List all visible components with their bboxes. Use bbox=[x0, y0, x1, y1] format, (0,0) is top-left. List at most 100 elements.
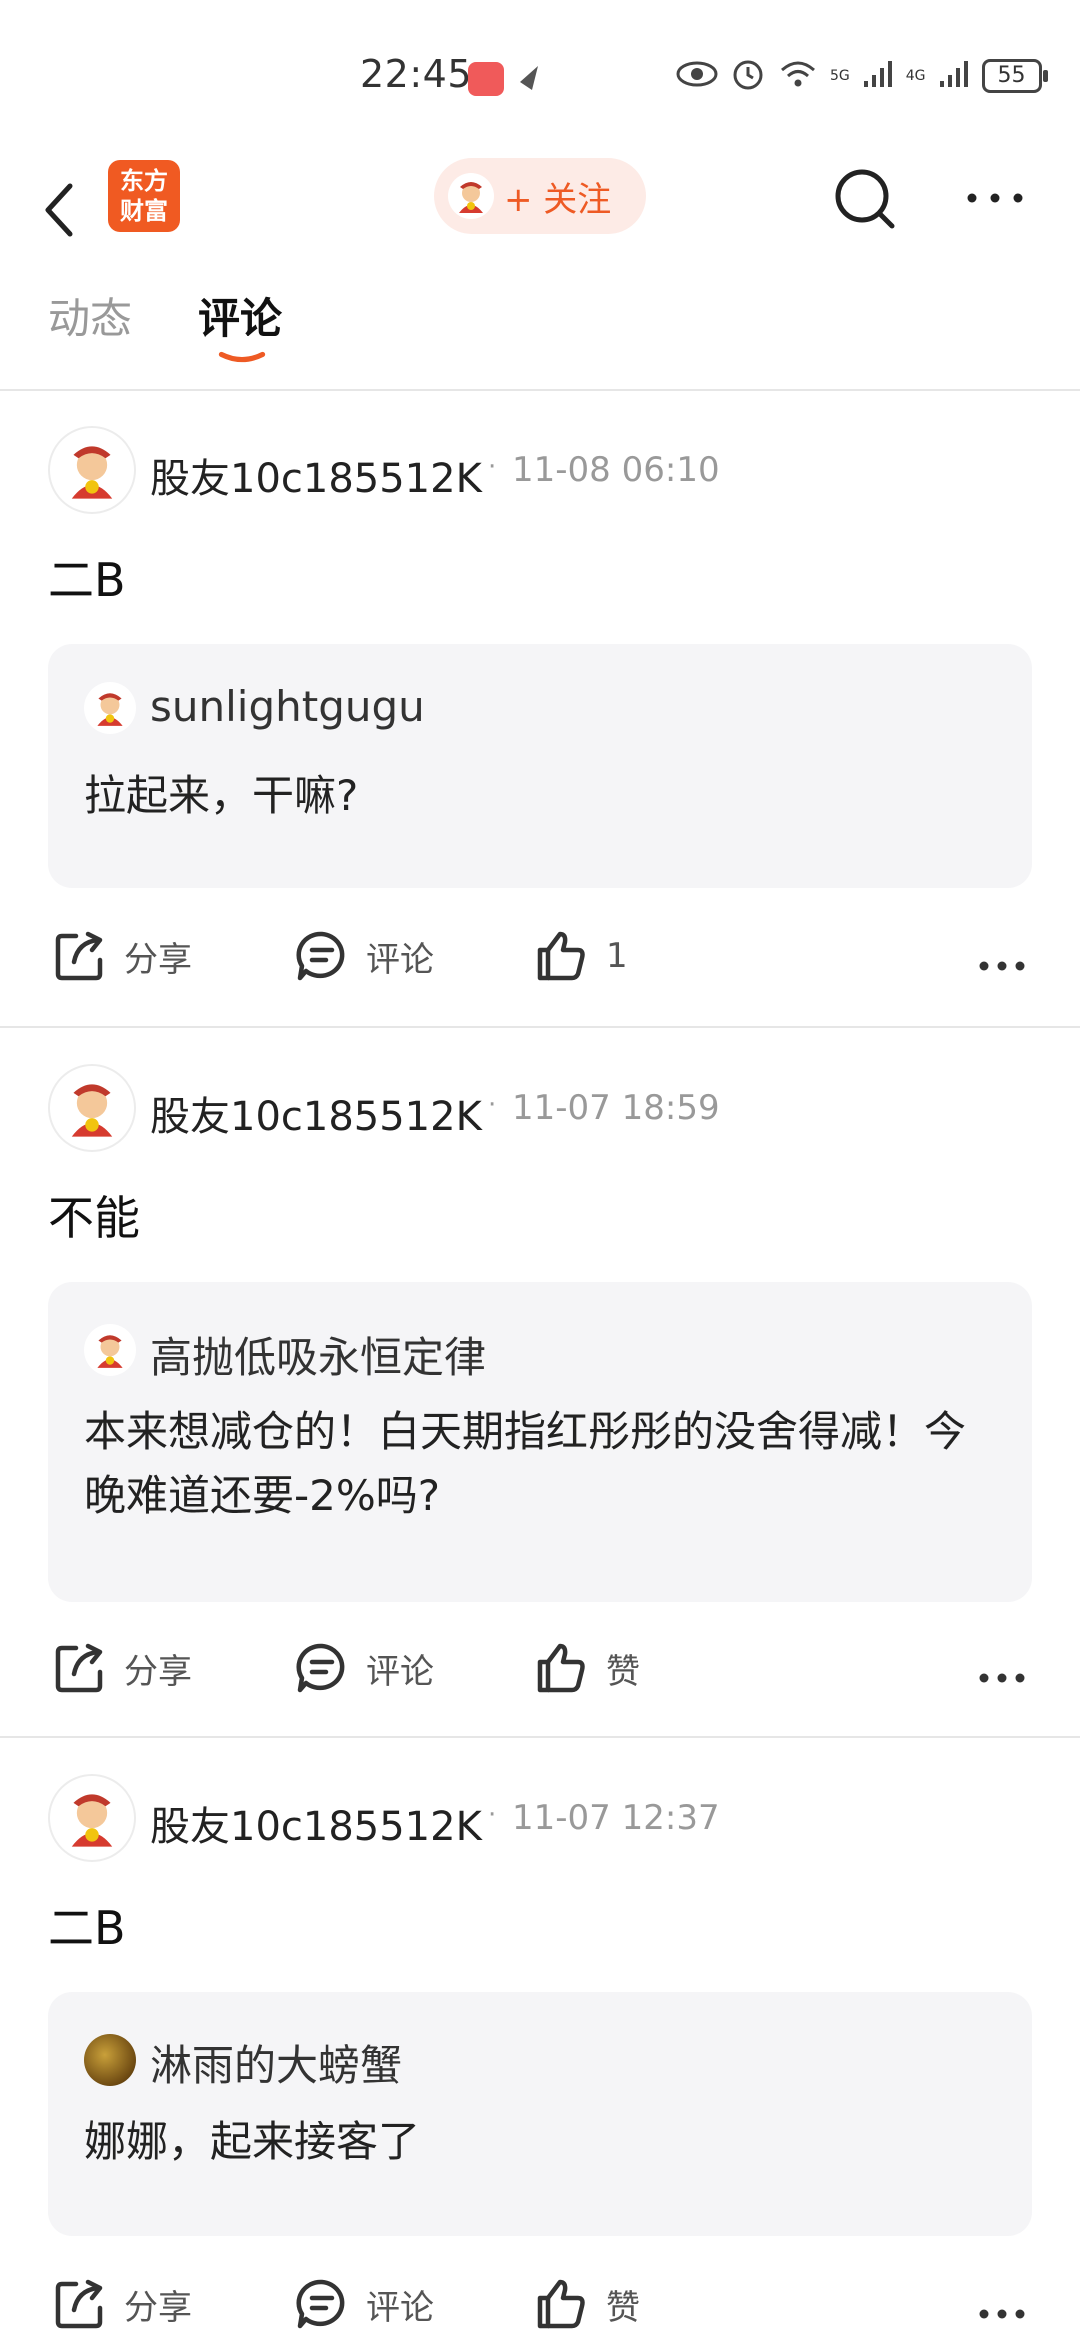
tab-dongtai[interactable]: 动态 bbox=[48, 285, 132, 346]
share-icon bbox=[55, 2279, 103, 2329]
active-tab-indicator bbox=[218, 351, 266, 363]
more-options-button[interactable] bbox=[960, 178, 1030, 218]
thumbs-up-icon bbox=[537, 1643, 585, 1693]
notification-send-icon bbox=[518, 62, 542, 98]
tab-bar: 动态 评论 bbox=[0, 285, 1080, 391]
wifi-icon bbox=[778, 58, 818, 94]
thumbs-up-icon bbox=[537, 931, 585, 981]
comment-label: 评论 bbox=[366, 2287, 434, 2328]
logo-line-2: 财富 bbox=[120, 197, 168, 225]
quoted-text: 本来想减仓的！白天期指红彤彤的没舍得减！今晚难道还要-2%吗? bbox=[84, 1407, 967, 1520]
separator-dot: · bbox=[488, 1090, 497, 1120]
god-of-wealth-icon bbox=[71, 446, 113, 499]
reply-button[interactable]: 评论 bbox=[294, 2276, 434, 2332]
app-root: 22:45 5G 4G 55 东方 财富 + 关注 动态 评论 股友10c185… bbox=[0, 0, 1080, 2340]
back-button[interactable] bbox=[40, 170, 100, 250]
like-button[interactable]: 赞 bbox=[532, 1640, 640, 1696]
follow-label: + 关注 bbox=[504, 179, 612, 220]
share-label: 分享 bbox=[124, 1651, 192, 1692]
reply-button[interactable]: 评论 bbox=[294, 1640, 434, 1696]
alarm-icon bbox=[730, 56, 766, 96]
comment-time: 11-07 18:59 bbox=[512, 1088, 720, 1128]
network-4g-label: 4G bbox=[905, 68, 926, 84]
more-horizontal-icon bbox=[979, 961, 1025, 971]
quoted-post[interactable]: 淋雨的大螃蟹 娜娜，起来接客了 bbox=[48, 1992, 1032, 2236]
quoted-text: 娜娜，起来接客了 bbox=[84, 2117, 421, 2166]
god-of-wealth-icon bbox=[84, 1324, 136, 1376]
comment-bubble-icon bbox=[296, 2279, 345, 2329]
status-icons: 5G 4G 55 bbox=[676, 56, 1048, 96]
like-count: 1 bbox=[606, 936, 628, 976]
logo-line-1: 东方 bbox=[120, 167, 168, 195]
comment-label: 评论 bbox=[366, 939, 434, 980]
status-bar: 22:45 5G 4G 55 bbox=[0, 0, 1080, 150]
like-label: 赞 bbox=[606, 2287, 640, 2328]
notification-app-icon bbox=[468, 62, 504, 96]
network-5g-label: 5G bbox=[830, 68, 850, 84]
like-button[interactable]: 赞 bbox=[532, 2276, 640, 2332]
comment-more-button[interactable] bbox=[976, 1668, 1028, 1692]
crab-photo-icon bbox=[84, 2034, 136, 2086]
comment-time: 11-08 06:10 bbox=[512, 450, 720, 490]
comment-content: 不能 bbox=[48, 1191, 140, 1245]
comment-time: 11-07 12:37 bbox=[512, 1798, 720, 1838]
battery-indicator: 55 bbox=[981, 59, 1048, 93]
comment-content: 二B bbox=[48, 553, 126, 607]
quoted-post[interactable]: 高抛低吸永恒定律 本来想减仓的！白天期指红彤彤的没舍得减！今晚难道还要-2%吗? bbox=[48, 1282, 1032, 1602]
more-horizontal-icon bbox=[979, 2309, 1025, 2319]
search-icon bbox=[835, 169, 895, 229]
share-icon bbox=[55, 1643, 103, 1693]
comment-actions: 分享 评论 赞 bbox=[0, 1640, 1080, 1720]
god-of-wealth-icon bbox=[71, 1794, 113, 1847]
share-label: 分享 bbox=[124, 939, 192, 980]
separator-dot: · bbox=[488, 1800, 497, 1830]
status-time: 22:45 bbox=[360, 52, 473, 96]
share-button[interactable]: 分享 bbox=[52, 928, 192, 984]
eye-icon bbox=[676, 60, 718, 92]
share-icon bbox=[55, 931, 103, 981]
user-avatar[interactable] bbox=[48, 1774, 136, 1862]
comment-author[interactable]: 股友10c185512K bbox=[150, 1794, 482, 1852]
comment-more-button[interactable] bbox=[976, 2304, 1028, 2328]
comment-actions: 分享 评论 1 bbox=[0, 928, 1080, 1008]
comment-item[interactable]: 股友10c185512K · 11-08 06:10 二B sunlightgu… bbox=[0, 392, 1080, 1028]
more-horizontal-icon bbox=[979, 1673, 1025, 1683]
top-nav-bar: 东方 财富 + 关注 bbox=[0, 150, 1080, 280]
quoted-author[interactable]: 淋雨的大螃蟹 bbox=[150, 2032, 402, 2093]
comment-item[interactable]: 股友10c185512K · 11-07 18:59 不能 高抛低吸永恒定律 本… bbox=[0, 1028, 1080, 1738]
separator-dot: · bbox=[488, 452, 497, 482]
quoted-post[interactable]: sunlightgugu 拉起来，干嘛? bbox=[48, 644, 1032, 888]
share-button[interactable]: 分享 bbox=[52, 2276, 192, 2332]
share-label: 分享 bbox=[124, 2287, 192, 2328]
comment-label: 评论 bbox=[366, 1651, 434, 1692]
signal-icon bbox=[862, 59, 894, 93]
quoted-author[interactable]: sunlightgugu bbox=[150, 682, 425, 731]
like-label: 赞 bbox=[606, 1651, 640, 1692]
follow-button[interactable]: + 关注 bbox=[434, 158, 646, 234]
tab-pinglun[interactable]: 评论 bbox=[198, 285, 282, 346]
user-avatar[interactable] bbox=[48, 426, 136, 514]
god-of-wealth-icon bbox=[448, 173, 494, 219]
chevron-left-icon bbox=[45, 183, 73, 237]
search-button[interactable] bbox=[830, 158, 900, 238]
thumbs-up-icon bbox=[537, 2279, 585, 2329]
comment-actions: 分享 评论 赞 bbox=[0, 2276, 1080, 2340]
share-button[interactable]: 分享 bbox=[52, 1640, 192, 1696]
comment-item[interactable]: 股友10c185512K · 11-07 12:37 二B 淋雨的大螃蟹 娜娜，… bbox=[0, 1738, 1080, 2340]
comment-bubble-icon bbox=[296, 1643, 345, 1693]
user-avatar[interactable] bbox=[48, 1064, 136, 1152]
like-button[interactable]: 1 bbox=[532, 928, 628, 984]
signal-icon-2 bbox=[938, 59, 970, 93]
comment-content: 二B bbox=[48, 1901, 126, 1955]
comment-more-button[interactable] bbox=[976, 956, 1028, 980]
comment-bubble-icon bbox=[296, 931, 345, 981]
more-horizontal-icon bbox=[967, 193, 1023, 203]
quoted-author[interactable]: 高抛低吸永恒定律 bbox=[150, 1324, 486, 1385]
app-logo[interactable]: 东方 财富 bbox=[108, 160, 180, 232]
reply-button[interactable]: 评论 bbox=[294, 928, 434, 984]
comment-author[interactable]: 股友10c185512K bbox=[150, 446, 482, 504]
quoted-text: 拉起来，干嘛? bbox=[84, 771, 359, 820]
comment-author[interactable]: 股友10c185512K bbox=[150, 1084, 482, 1142]
god-of-wealth-icon bbox=[71, 1084, 113, 1137]
god-of-wealth-icon bbox=[84, 682, 136, 734]
